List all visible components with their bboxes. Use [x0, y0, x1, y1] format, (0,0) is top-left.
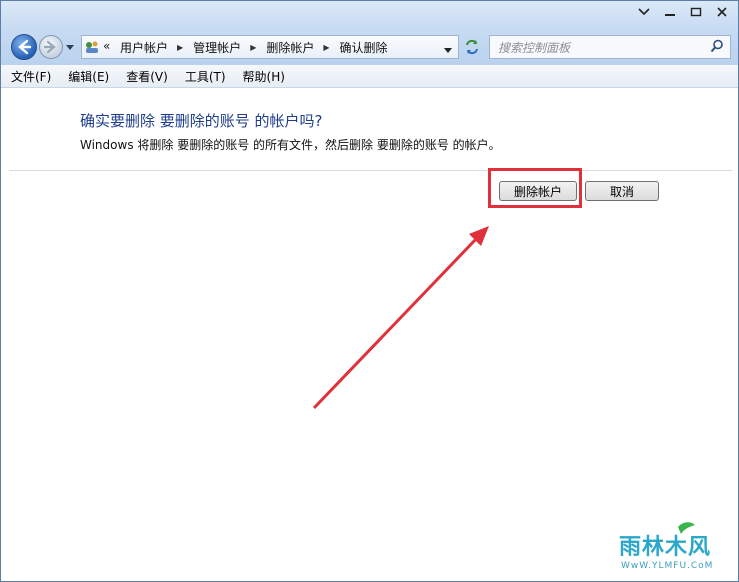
search-icon[interactable]	[710, 39, 724, 53]
menu-view[interactable]: 查看(V)	[116, 68, 175, 85]
maximize-icon[interactable]	[684, 3, 708, 21]
caption-buttons	[632, 3, 734, 21]
address-bar[interactable]: « 用户帐户 ▶ 管理帐户 ▶ 删除帐户 ▶ 确认删除	[81, 35, 459, 59]
breadcrumb: 用户帐户 ▶ 管理帐户 ▶ 删除帐户 ▶ 确认删除	[120, 39, 388, 56]
content-area: 确实要删除 要删除的账号 的帐户吗? Windows 将删除 要删除的账号 的所…	[1, 88, 738, 581]
minimize-icon[interactable]	[658, 3, 682, 21]
breadcrumb-manage-accounts[interactable]: 管理帐户	[193, 39, 241, 56]
menu-edit[interactable]: 编辑(E)	[58, 68, 116, 85]
annotation-arrow	[312, 226, 489, 410]
forward-button[interactable]	[39, 35, 63, 59]
triangle-right-icon[interactable]: ▶	[177, 43, 183, 52]
control-panel-window: « 用户帐户 ▶ 管理帐户 ▶ 删除帐户 ▶ 确认删除 搜索控制面板 文件(F)…	[0, 0, 739, 582]
triangle-right-icon[interactable]: ▶	[323, 43, 329, 52]
search-input[interactable]: 搜索控制面板	[498, 39, 570, 56]
address-dropdown[interactable]	[444, 43, 452, 53]
arrow-right-icon	[43, 40, 56, 54]
navigation-bar: « 用户帐户 ▶ 管理帐户 ▶ 删除帐户 ▶ 确认删除 搜索控制面板	[1, 27, 738, 65]
watermark-brand: 雨林木风	[619, 535, 712, 560]
search-box[interactable]: 搜索控制面板	[489, 35, 731, 59]
refresh-icon	[466, 39, 478, 55]
watermark-url: WwW.YLMFU.CoM	[621, 561, 714, 571]
breadcrumb-user-accounts[interactable]: 用户帐户	[120, 39, 168, 56]
watermark: 雨林木风 WwW.YLMFU.CoM	[605, 519, 738, 581]
back-button[interactable]	[11, 34, 37, 60]
chevron-down-icon[interactable]	[632, 3, 656, 21]
close-icon[interactable]	[710, 3, 734, 21]
breadcrumb-confirm-delete[interactable]: 确认删除	[340, 39, 388, 56]
recent-pages-dropdown[interactable]	[65, 41, 75, 51]
menu-bar: 文件(F) 编辑(E) 查看(V) 工具(T) 帮助(H)	[1, 65, 738, 88]
menu-tools[interactable]: 工具(T)	[175, 68, 233, 85]
address-overflow[interactable]: «	[103, 39, 110, 53]
triangle-down-icon	[444, 48, 452, 53]
control-panel-icon	[84, 39, 100, 55]
menu-help[interactable]: 帮助(H)	[233, 68, 292, 85]
title-bar	[1, 1, 738, 27]
menu-file[interactable]: 文件(F)	[1, 68, 58, 85]
triangle-down-icon	[66, 45, 74, 50]
breadcrumb-delete-account[interactable]: 删除帐户	[266, 39, 314, 56]
refresh-button[interactable]	[459, 35, 485, 59]
triangle-right-icon[interactable]: ▶	[250, 43, 256, 52]
arrow-left-icon	[18, 39, 32, 55]
